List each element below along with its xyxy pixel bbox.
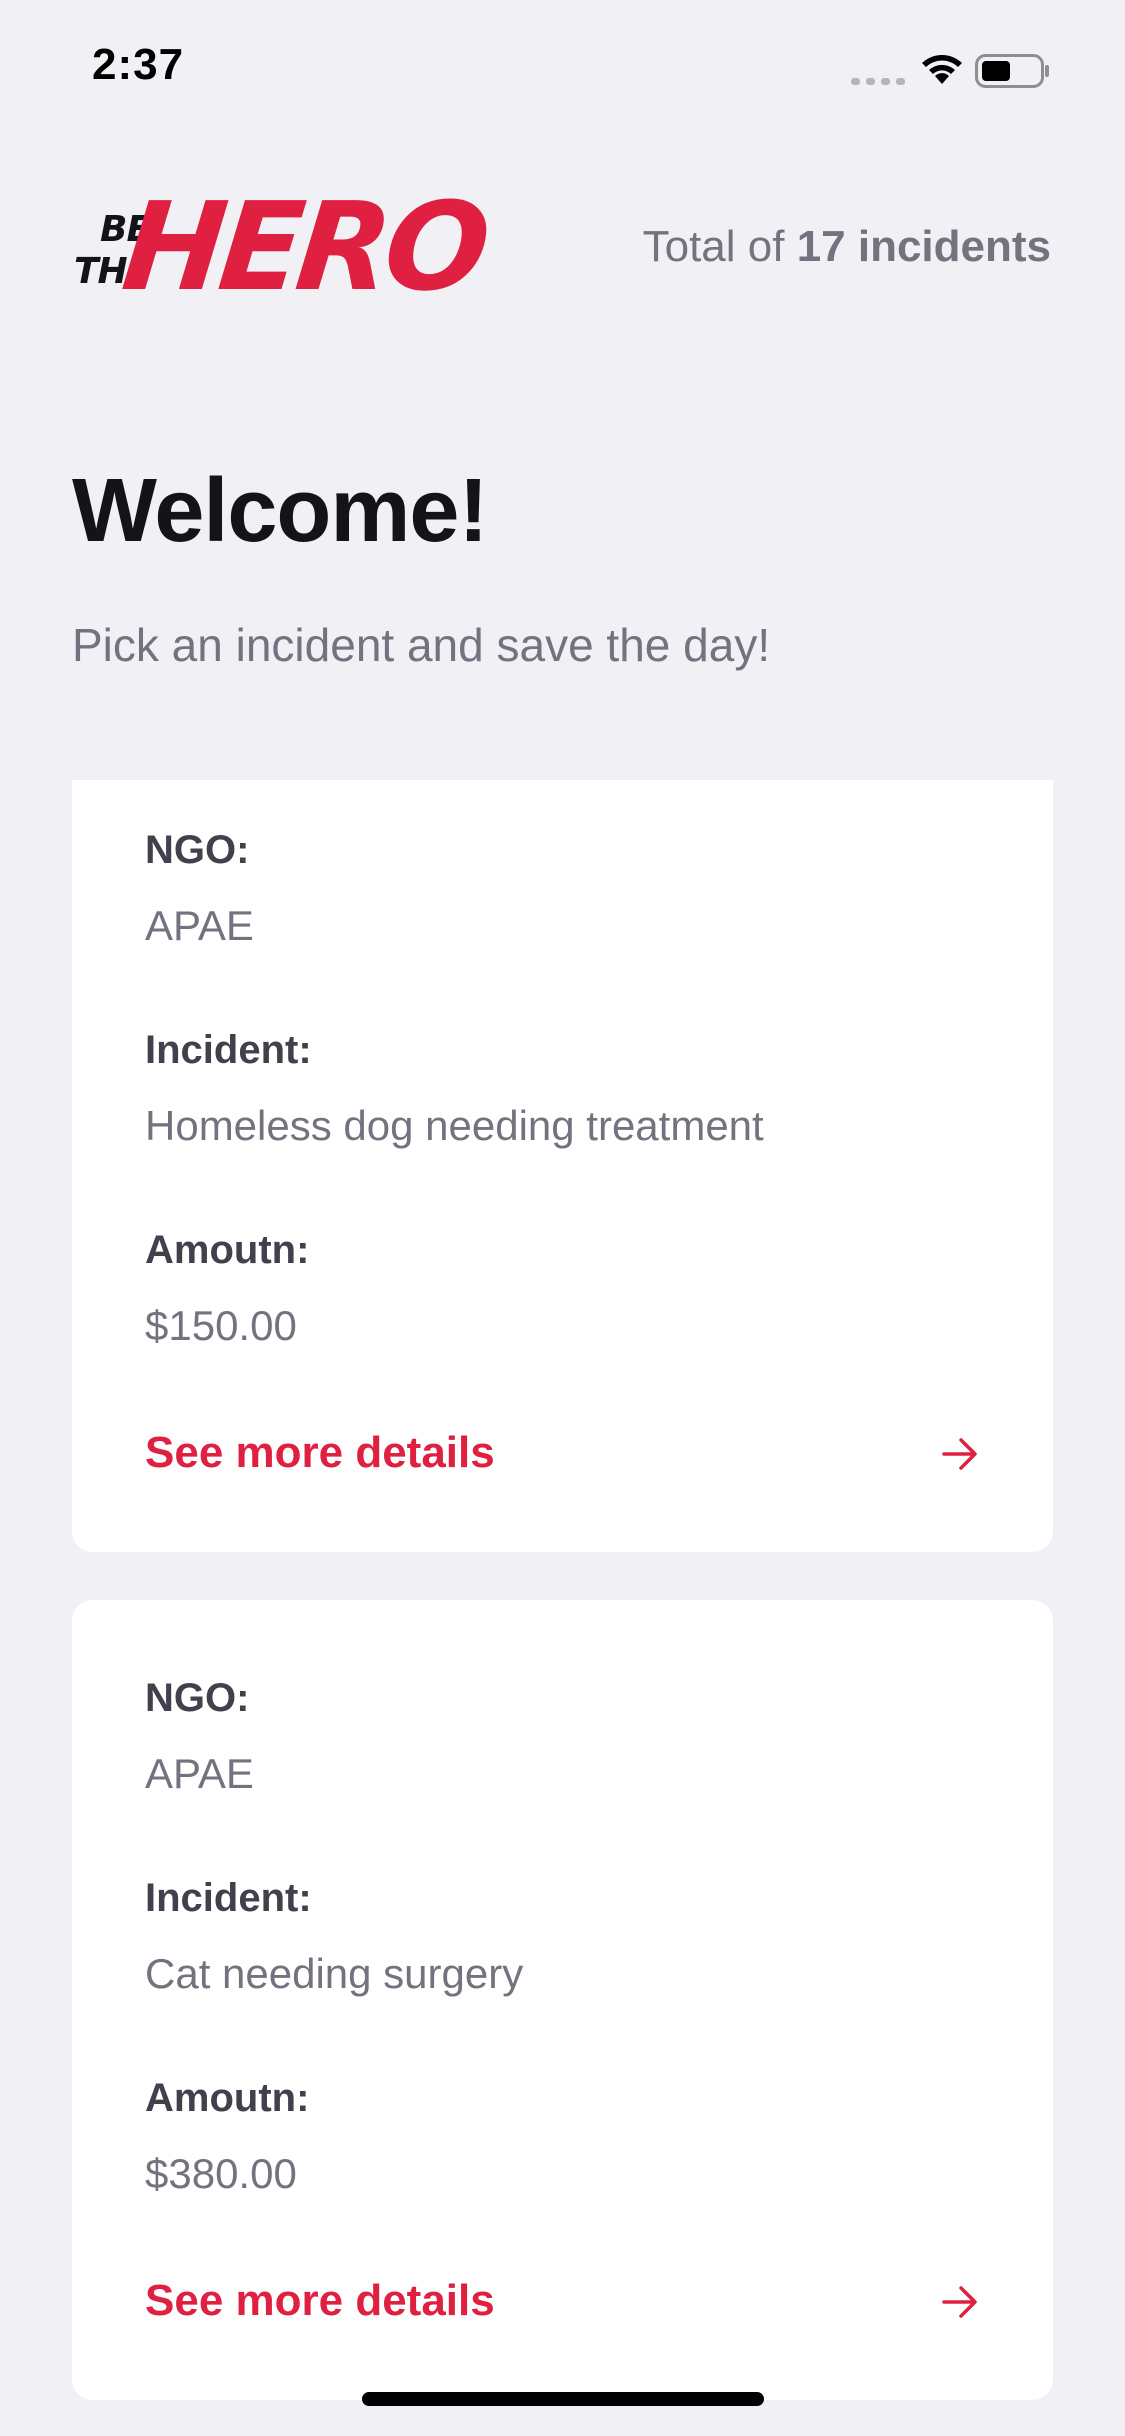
incident-total-prefix: Total of (642, 222, 797, 271)
status-time: 2:37 (92, 40, 185, 89)
amount-label: Amoutn: (145, 1228, 310, 1272)
home-indicator[interactable] (362, 2392, 764, 2406)
logo-hero: HERO (116, 176, 491, 318)
incident-value: Cat needing surgery (145, 1950, 524, 1997)
amount-value: $150.00 (145, 1302, 297, 1349)
incident-card: NGO: APAE Incident: Homeless dog needing… (72, 780, 1053, 1552)
arrow-right-icon (942, 1438, 977, 1470)
see-more-details-button[interactable]: See more details (145, 1420, 980, 1490)
see-more-details-button[interactable]: See more details (145, 2268, 980, 2338)
ngo-value: APAE (145, 902, 254, 949)
see-more-details-label: See more details (145, 2276, 495, 2325)
see-more-details-label: See more details (145, 1428, 495, 1477)
incident-value: Homeless dog needing treatment (145, 1102, 764, 1149)
ngo-label: NGO: (145, 828, 250, 872)
incident-card: NGO: APAE Incident: Cat needing surgery … (72, 1600, 1053, 2400)
be-the-hero-logo: BE THE HERO (72, 176, 491, 320)
incident-label: Incident: (145, 1028, 312, 1072)
incident-total-count: 17 incidents (796, 222, 1051, 271)
cellular-signal-icon (851, 78, 905, 85)
ngo-label: NGO: (145, 1676, 250, 1720)
arrow-right-icon (942, 2286, 977, 2318)
header: BE THE HERO Total of 17 incidents (72, 176, 1053, 320)
status-bar: 2:37 (0, 0, 1125, 132)
amount-value: $380.00 (145, 2150, 297, 2197)
page-title: Welcome! (72, 461, 488, 561)
amount-label: Amoutn: (145, 2076, 310, 2120)
status-icons (851, 50, 1081, 90)
page-subtitle: Pick an incident and save the day! (72, 619, 771, 671)
wifi-icon (922, 55, 962, 84)
ngo-value: APAE (145, 1750, 254, 1797)
incident-total: Total of 17 incidents (643, 222, 1051, 272)
incident-label: Incident: (145, 1876, 312, 1920)
battery-icon (975, 54, 1049, 88)
